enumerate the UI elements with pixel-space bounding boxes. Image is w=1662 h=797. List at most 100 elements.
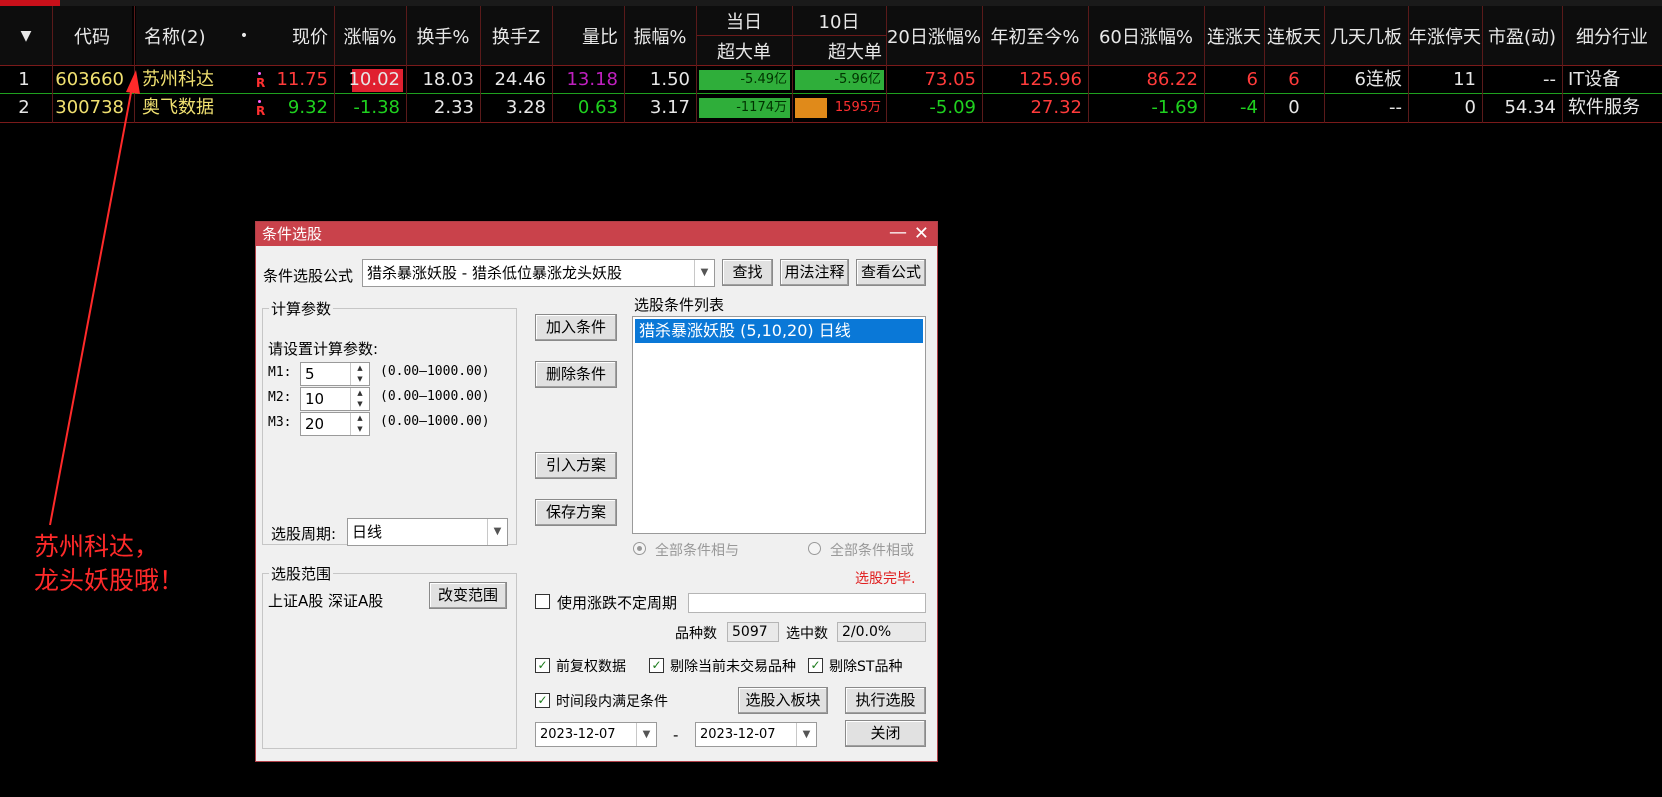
header-ytd[interactable]: 年初至今% (982, 6, 1088, 65)
execute-button[interactable]: 执行选股 (845, 687, 926, 714)
exclude-st-label[interactable]: 剔除ST品种 (829, 656, 902, 676)
minimize-button[interactable]: — (889, 222, 907, 244)
param-m3-value: 20 (305, 415, 325, 433)
price: 11.75 (276, 69, 328, 90)
limit-days-year: 0 (1464, 97, 1476, 118)
chevron-down-icon[interactable]: ▼ (694, 260, 714, 286)
header-name[interactable]: 名称(2) (136, 6, 236, 65)
period-label: 选股周期: (271, 525, 337, 543)
header-turnover[interactable]: 换手% (406, 6, 480, 65)
header-sort-arrow[interactable]: ▼ (0, 6, 52, 65)
radio-or[interactable] (808, 542, 821, 555)
period-select[interactable]: 日线 ▼ (347, 518, 508, 546)
to-block-button[interactable]: 选股入板块 (738, 687, 828, 714)
chevron-down-icon[interactable]: ▼ (636, 723, 656, 746)
date-separator: - (673, 726, 679, 744)
find-button[interactable]: 查找 (722, 259, 773, 286)
scope-value: 上证A股 深证A股 (268, 592, 384, 610)
turnover-z: 3.28 (505, 97, 546, 118)
condition-list[interactable]: 猎杀暴涨妖股 (5,10,20) 日线 (632, 316, 926, 534)
view-formula-button[interactable]: 查看公式 (856, 259, 926, 286)
header-up-days[interactable]: 连涨天 (1204, 6, 1264, 65)
spinner-arrows-icon[interactable]: ▲ ▼ (350, 388, 369, 410)
time-range-checkbox[interactable]: ✓ (535, 693, 550, 708)
board-pattern: 6连板 (1354, 69, 1402, 90)
count-value: 5097 (727, 622, 779, 642)
row-index: 1 (18, 69, 30, 90)
formula-select[interactable]: 猎杀暴涨妖股 - 猎杀低位暴涨龙头妖股 ▼ (362, 259, 715, 287)
spinner-arrows-icon[interactable]: ▲ ▼ (350, 413, 369, 435)
radio-and[interactable] (633, 542, 646, 555)
adjust-checkbox[interactable]: ✓ (535, 658, 550, 673)
header-ten-day-sub[interactable]: 超大单 (792, 36, 886, 65)
pe: 54.34 (1504, 97, 1556, 118)
annotation-line-1: 苏州科达， (34, 532, 160, 561)
ytd: 125.96 (1019, 69, 1082, 90)
param-m1-spinner[interactable]: 5 ▲ ▼ (300, 362, 370, 386)
param-m2-spinner[interactable]: 10 ▲ ▼ (300, 387, 370, 411)
calc-prompt: 请设置计算参数: (268, 340, 379, 358)
stock-code[interactable]: 603660 (52, 66, 130, 94)
industry: IT设备 (1568, 69, 1621, 90)
header-today-sub[interactable]: 超大单 (696, 36, 792, 65)
limit-days-year: 11 (1453, 69, 1476, 90)
close-icon[interactable]: ✕ (914, 222, 929, 246)
use-variable-period-checkbox[interactable] (535, 594, 550, 609)
radio-and-label[interactable]: 全部条件相与 (655, 540, 739, 560)
header-pe[interactable]: 市盈(动) (1482, 6, 1562, 65)
import-plan-button[interactable]: 引入方案 (535, 452, 617, 479)
amplitude: 3.17 (649, 97, 690, 118)
header-volume-ratio[interactable]: 量比 (552, 6, 624, 65)
turnover: 2.33 (433, 97, 474, 118)
chevron-down-icon[interactable]: ▼ (487, 519, 507, 545)
date-from-picker[interactable]: 2023-12-07 ▼ (535, 722, 657, 747)
header-industry[interactable]: 细分行业 (1562, 6, 1662, 65)
save-plan-button[interactable]: 保存方案 (535, 499, 617, 526)
header-turnover-z[interactable]: 换手Z (480, 6, 552, 65)
spinner-arrows-icon[interactable]: ▲ ▼ (350, 363, 369, 385)
exclude-untraded-label[interactable]: 剔除当前未交易品种 (670, 656, 796, 676)
scope-title: 选股范围 (269, 563, 334, 584)
usage-notes-button[interactable]: 用法注释 (780, 259, 849, 286)
adjust-label[interactable]: 前复权数据 (556, 656, 626, 676)
add-condition-button[interactable]: 加入条件 (535, 314, 617, 341)
exclude-st-checkbox[interactable]: ✓ (808, 658, 823, 673)
date-to-picker[interactable]: 2023-12-07 ▼ (695, 722, 817, 747)
stock-code[interactable]: 300738 (52, 94, 130, 122)
close-button[interactable]: 关闭 (845, 720, 926, 747)
chevron-down-icon[interactable]: ▼ (796, 723, 816, 746)
header-today[interactable]: 当日 (696, 6, 792, 35)
header-limit-days-year[interactable]: 年涨停天 (1408, 6, 1482, 65)
header-change-pct[interactable]: 涨幅% (334, 6, 406, 65)
ten-day-big-order-value: 1595万 (834, 100, 881, 115)
variable-period-input[interactable] (688, 593, 926, 613)
header-ten-day[interactable]: 10日 (792, 6, 886, 35)
param-m1-range: (0.00—1000.00) (380, 364, 490, 379)
stock-name[interactable]: 苏州科达 (136, 66, 236, 94)
change-scope-button[interactable]: 改变范围 (429, 582, 507, 609)
subheader-divider (696, 35, 886, 36)
use-variable-period-label[interactable]: 使用涨跌不定周期 (557, 592, 677, 613)
exclude-untraded-checkbox[interactable]: ✓ (649, 658, 664, 673)
stock-name[interactable]: 奥飞数据 (136, 94, 236, 122)
radio-or-label[interactable]: 全部条件相或 (830, 540, 914, 560)
header-change-60d[interactable]: 60日涨幅% (1088, 6, 1204, 65)
header-amplitude[interactable]: 振幅% (624, 6, 696, 65)
param-m3-spinner[interactable]: 20 ▲ ▼ (300, 412, 370, 436)
delete-condition-button[interactable]: 删除条件 (535, 361, 617, 388)
board-pattern: -- (1389, 97, 1402, 118)
header-limit-days[interactable]: 连板天 (1264, 6, 1324, 65)
date-from-value: 2023-12-07 (540, 727, 616, 742)
time-range-label[interactable]: 时间段内满足条件 (556, 691, 668, 711)
header-board-pattern[interactable]: 几天几板 (1324, 6, 1408, 65)
header-change-20d[interactable]: 20日涨幅% (886, 6, 982, 65)
condition-list-item[interactable]: 猎杀暴涨妖股 (5,10,20) 日线 (635, 319, 923, 343)
header-code[interactable]: 代码 (52, 6, 132, 65)
header-price[interactable]: 现价 (252, 6, 334, 65)
param-m2-value: 10 (305, 390, 325, 408)
turnover-z: 24.46 (494, 69, 546, 90)
dialog-title[interactable]: 条件选股 (256, 222, 937, 246)
header-dot: • (236, 6, 252, 65)
col-sep (792, 6, 793, 123)
price: 9.32 (287, 97, 328, 118)
